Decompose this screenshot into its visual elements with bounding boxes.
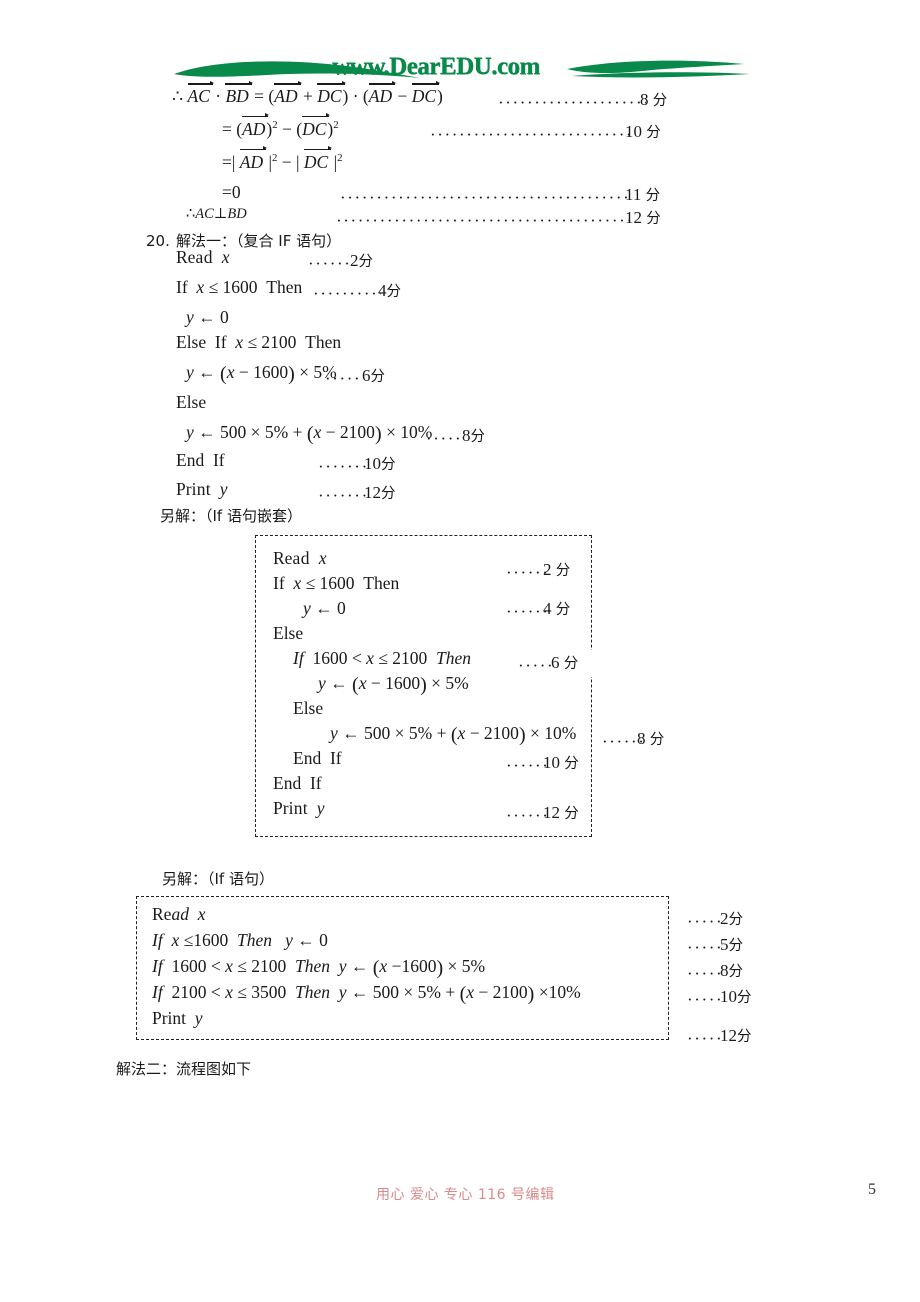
code2-score-0: 2 分 [543, 560, 571, 579]
code2-score-10: 12 分 [543, 803, 579, 822]
leader-dots-1: ······················· [498, 93, 646, 107]
code2-line-8: End If [293, 748, 342, 768]
proof-conclusion: ∴AC⊥BD [186, 206, 247, 222]
code3-leader-3: ······ [687, 990, 723, 1004]
dearedu-watermark: www.DearEDU.com [172, 52, 752, 86]
code1-line-7: End If [176, 450, 225, 470]
code3-leader-2: ······ [687, 964, 723, 978]
footer-note: 用心 爱心 专心 116 号编辑 [376, 1187, 555, 1203]
alt-two-label: 另解：（If 语句） [162, 870, 274, 888]
code2-line-1: If x ≤ 1600 Then [273, 573, 400, 593]
code3-leader-4: ······ [687, 1029, 723, 1043]
code1-leader-8: ······· [318, 486, 369, 500]
code1-line-0: Read x [176, 247, 230, 267]
code3-line-1: If x ≤1600 Then y ← 0 [152, 930, 328, 950]
code2-line-9: End If [273, 773, 322, 793]
code1-score-8: 12分 [364, 483, 396, 502]
code3-score-3: 10分 [720, 987, 752, 1006]
code2-line-6: Else [293, 698, 324, 718]
box-border-gap [587, 650, 597, 677]
document-page: www.DearEDU.com ∴ AC · BD = (AD + DC) · … [0, 0, 920, 1302]
code2-leader-4: ······ [518, 656, 554, 670]
code3-leader-0: ······ [687, 912, 723, 926]
code2-leader-7: ······· [602, 732, 642, 746]
leader-dots-5: ········································… [336, 211, 630, 225]
code2-leader-2: ······ [506, 602, 546, 616]
code2-leader-10: ······ [506, 806, 546, 820]
score-1: 8 分 [640, 90, 668, 109]
code1-score-7: 10分 [364, 454, 396, 473]
score-5: 12 分 [625, 208, 661, 227]
code2-score-7: 8 分 [637, 729, 665, 748]
code3-score-1: 5分 [720, 935, 743, 954]
code3-score-4: 12分 [720, 1026, 752, 1045]
code3-line-2: If 1600 < x ≤ 2100 Then y ← (x −1600) × … [152, 956, 486, 979]
code1-score-4: 6分 [362, 366, 385, 385]
proof-line-4: =0 [222, 182, 241, 202]
code2-line-2: y ← 0 [303, 598, 346, 618]
leader-dots-4: ········································… [340, 188, 630, 202]
code1-line-8: Print y [176, 479, 228, 499]
code3-line-3: If 2100 < x ≤ 3500 Then y ← 500 × 5% + (… [152, 982, 581, 1005]
code1-leader-0: ······ [308, 254, 352, 268]
score-4: 11 分 [625, 185, 661, 204]
code2-line-0: Read x [273, 548, 327, 568]
method-two-label: 解法二：流程图如下 [116, 1060, 252, 1078]
proof-line-3: =| AD |2 − | DC |2 [222, 151, 343, 172]
code2-line-10: Print y [273, 798, 325, 818]
code3-score-0: 2分 [720, 909, 743, 928]
code2-score-8: 10 分 [543, 753, 579, 772]
code1-score-1: 4分 [378, 281, 401, 300]
page-number: 5 [868, 1181, 876, 1198]
alt-one-label: 另解：（If 语句嵌套） [160, 507, 302, 525]
code1-line-5: Else [176, 392, 207, 412]
code1-leader-1: ·········· [313, 284, 381, 298]
code1-leader-7: ······· [318, 457, 369, 471]
code1-line-2: y ← 0 [186, 307, 229, 327]
code3-line-4: Print y [152, 1008, 203, 1028]
code3-line-0: Read x [152, 904, 206, 924]
code1-line-1: If x ≤ 1600 Then [176, 277, 303, 297]
leader-dots-2: ······························· [430, 125, 630, 139]
code1-leader-6: ····· [426, 429, 463, 443]
code1-leader-4: ····· [325, 369, 362, 383]
code3-leader-1: ······ [687, 938, 723, 952]
code3-score-2: 8分 [720, 961, 743, 980]
watermark-text: www.DearEDU.com [332, 53, 540, 80]
code1-score-6: 8分 [462, 426, 485, 445]
code2-line-5: y ← (x − 1600) × 5% [318, 673, 469, 696]
code1-line-4: y ← (x − 1600) × 5% [186, 362, 337, 385]
code2-line-4: If 1600 < x ≤ 2100 Then [293, 648, 471, 668]
code2-line-3: Else [273, 623, 304, 643]
problem-number: 20. [146, 232, 170, 250]
code2-leader-0: ······ [506, 563, 546, 577]
proof-line-2: = (AD)2 − (DC)2 [222, 118, 339, 139]
code1-score-0: 2分 [350, 251, 373, 270]
code2-score-2: 4 分 [543, 599, 571, 618]
score-2: 10 分 [625, 122, 661, 141]
code1-line-3: Else If x ≤ 2100 Then [176, 332, 342, 352]
code2-leader-8: ······ [506, 756, 546, 770]
code2-score-4: 6 分 [551, 653, 579, 672]
code1-line-6: y ← 500 × 5% + (x − 2100) × 10% [186, 422, 433, 445]
proof-line-1: ∴ AC · BD = (AD + DC) · (AD − DC) [172, 86, 443, 106]
code2-line-7: y ← 500 × 5% + (x − 2100) × 10% [330, 723, 577, 746]
